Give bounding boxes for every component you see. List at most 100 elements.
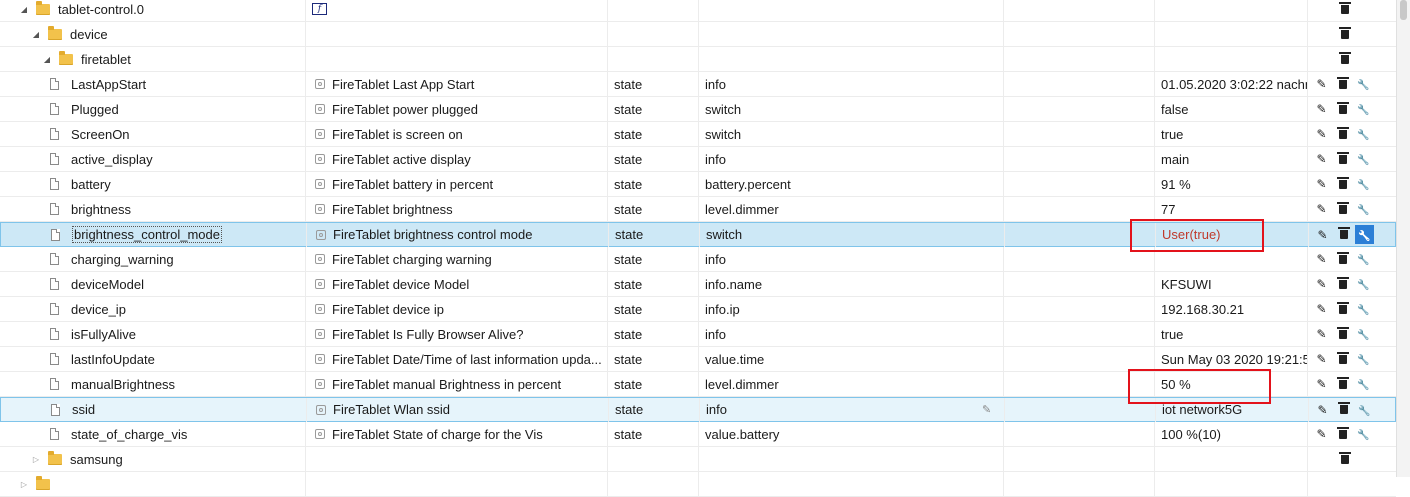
edit-button[interactable] (1312, 275, 1331, 294)
edit-button[interactable] (1312, 350, 1331, 369)
delete-button[interactable] (1333, 325, 1352, 344)
state-row[interactable]: brightness_control_mode FireTablet bright… (0, 222, 1396, 247)
value-cell[interactable]: Sun May 03 2020 19:21:5 (1161, 347, 1307, 371)
value-cell[interactable]: User(true) (1162, 223, 1308, 246)
inline-edit-pencil-icon[interactable]: ✎ (982, 398, 991, 421)
delete-button[interactable] (1333, 125, 1352, 144)
state-row[interactable]: lastInfoUpdate FireTablet Date/Time of la… (0, 347, 1396, 372)
edit-button[interactable] (1312, 425, 1331, 444)
value-cell[interactable]: false (1161, 97, 1307, 121)
state-file-icon (51, 403, 60, 416)
value-cell[interactable]: true (1161, 322, 1307, 346)
value-cell[interactable]: 100 %(10) (1161, 422, 1307, 446)
value-cell[interactable]: 50 % (1161, 372, 1307, 396)
delete-button[interactable] (1334, 400, 1353, 419)
edit-button[interactable] (1312, 175, 1331, 194)
vertical-scrollbar[interactable] (1396, 0, 1410, 477)
collapsed-arrow-icon[interactable]: ▷ (18, 480, 30, 489)
state-row[interactable]: deviceModel FireTablet device Model state i… (0, 272, 1396, 297)
tree-folder-row[interactable]: ◢ tablet-control.0 f (0, 0, 1396, 22)
settings-button[interactable] (1354, 375, 1373, 394)
state-object-icon (315, 429, 325, 439)
delete-button[interactable] (1333, 275, 1352, 294)
delete-button[interactable] (1333, 375, 1352, 394)
delete-button[interactable] (1333, 300, 1352, 319)
tree-folder-row[interactable]: ◢ device (0, 22, 1396, 47)
column-divider (698, 372, 699, 397)
delete-button[interactable] (1334, 225, 1353, 244)
edit-button[interactable] (1312, 100, 1331, 119)
delete-button[interactable] (1333, 150, 1352, 169)
state-row[interactable]: state_of_charge_vis FireTablet State of c… (0, 422, 1396, 447)
settings-button[interactable] (1354, 300, 1373, 319)
edit-button[interactable] (1313, 400, 1332, 419)
delete-button[interactable] (1333, 425, 1352, 444)
column-divider (608, 223, 609, 247)
delete-button[interactable] (1335, 0, 1354, 19)
value-cell[interactable]: 91 % (1161, 172, 1307, 196)
edit-button[interactable] (1312, 375, 1331, 394)
value-cell[interactable]: 192.168.30.21 (1161, 297, 1307, 321)
delete-button[interactable] (1333, 250, 1352, 269)
value-cell[interactable]: 77 (1161, 197, 1307, 221)
state-row[interactable]: isFullyAlive FireTablet Is Fully Browser … (0, 322, 1396, 347)
expanded-arrow-icon[interactable]: ◢ (30, 30, 42, 39)
state-row[interactable]: LastAppStart FireTablet Last App Start sta… (0, 72, 1396, 97)
collapsed-arrow-icon[interactable]: ▷ (30, 455, 42, 464)
state-row[interactable]: Plugged FireTablet power plugged state swit… (0, 97, 1396, 122)
state-row[interactable]: brightness FireTablet brightness state leve… (0, 197, 1396, 222)
value-cell[interactable]: main (1161, 147, 1307, 171)
state-row[interactable]: ssid FireTablet Wlan ssid state info iot net… (0, 397, 1396, 422)
settings-button[interactable] (1355, 225, 1374, 244)
state-row[interactable]: device_ip FireTablet device ip state info.i… (0, 297, 1396, 322)
edit-button[interactable] (1312, 200, 1331, 219)
title-cell: f (309, 0, 607, 21)
delete-button[interactable] (1333, 75, 1352, 94)
state-row[interactable]: charging_warning FireTablet charging warn… (0, 247, 1396, 272)
edit-button[interactable] (1312, 300, 1331, 319)
settings-button[interactable] (1354, 100, 1373, 119)
expanded-arrow-icon[interactable]: ◢ (41, 55, 53, 64)
settings-button[interactable] (1354, 350, 1373, 369)
expanded-arrow-icon[interactable]: ◢ (18, 5, 30, 14)
settings-button[interactable] (1355, 400, 1374, 419)
edit-button[interactable] (1312, 75, 1331, 94)
delete-button[interactable] (1335, 50, 1354, 69)
settings-button[interactable] (1354, 200, 1373, 219)
state-row[interactable]: ScreenOn FireTablet is screen on state swit… (0, 122, 1396, 147)
value-cell[interactable]: KFSUWI (1161, 272, 1307, 296)
role-cell: battery.percent (705, 176, 791, 192)
settings-button[interactable] (1354, 325, 1373, 344)
edit-button[interactable] (1312, 250, 1331, 269)
settings-button[interactable] (1354, 75, 1373, 94)
settings-button[interactable] (1354, 275, 1373, 294)
settings-button[interactable] (1354, 125, 1373, 144)
value-cell[interactable]: iot network5G (1162, 398, 1308, 421)
column-divider (1003, 147, 1004, 172)
edit-button[interactable] (1312, 125, 1331, 144)
state-file-icon (50, 153, 59, 165)
edit-button[interactable] (1312, 150, 1331, 169)
edit-button[interactable] (1312, 325, 1331, 344)
settings-button[interactable] (1354, 250, 1373, 269)
delete-button[interactable] (1335, 25, 1354, 44)
state-row[interactable]: active_display FireTablet active display s… (0, 147, 1396, 172)
tree-folder-row[interactable]: ◢ firetablet (0, 47, 1396, 72)
tree-folder-row[interactable]: ▷ samsung (0, 447, 1396, 472)
state-row[interactable]: battery FireTablet battery in percent stat… (0, 172, 1396, 197)
delete-button[interactable] (1333, 100, 1352, 119)
settings-button[interactable] (1354, 175, 1373, 194)
tree-folder-row[interactable]: ▷ (0, 472, 1396, 497)
settings-button[interactable] (1354, 150, 1373, 169)
value-cell[interactable]: 01.05.2020 3:02:22 nachm (1161, 72, 1307, 96)
value-cell[interactable]: true (1161, 122, 1307, 146)
delete-button[interactable] (1333, 175, 1352, 194)
settings-button[interactable] (1354, 425, 1373, 444)
value-cell[interactable] (1161, 247, 1307, 271)
delete-button[interactable] (1333, 200, 1352, 219)
edit-button[interactable] (1313, 225, 1332, 244)
delete-button[interactable] (1333, 350, 1352, 369)
function-icon[interactable]: f (312, 3, 327, 15)
state-row[interactable]: manualBrightness FireTablet manual Bright… (0, 372, 1396, 397)
delete-button[interactable] (1335, 450, 1354, 469)
